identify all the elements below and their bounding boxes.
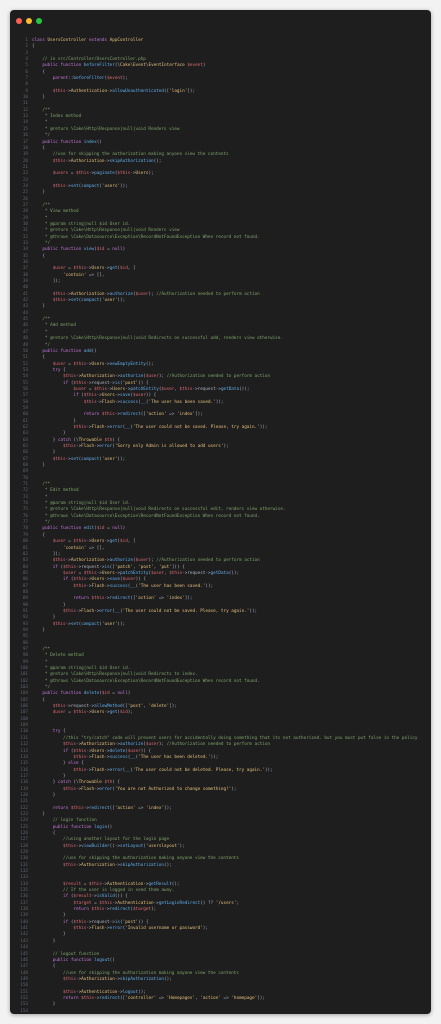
editor-window: 1 class UsersController extends AppContro…	[10, 10, 431, 1014]
minimize-window-button[interactable]	[26, 18, 32, 24]
title-bar	[10, 10, 431, 32]
maximize-window-button[interactable]	[36, 18, 42, 24]
close-window-button[interactable]	[16, 18, 22, 24]
code-editor[interactable]: 1 class UsersController extends AppContro…	[10, 38, 431, 1014]
code-line: 154	[10, 1009, 431, 1014]
line-number: 154	[20, 1008, 28, 1014]
